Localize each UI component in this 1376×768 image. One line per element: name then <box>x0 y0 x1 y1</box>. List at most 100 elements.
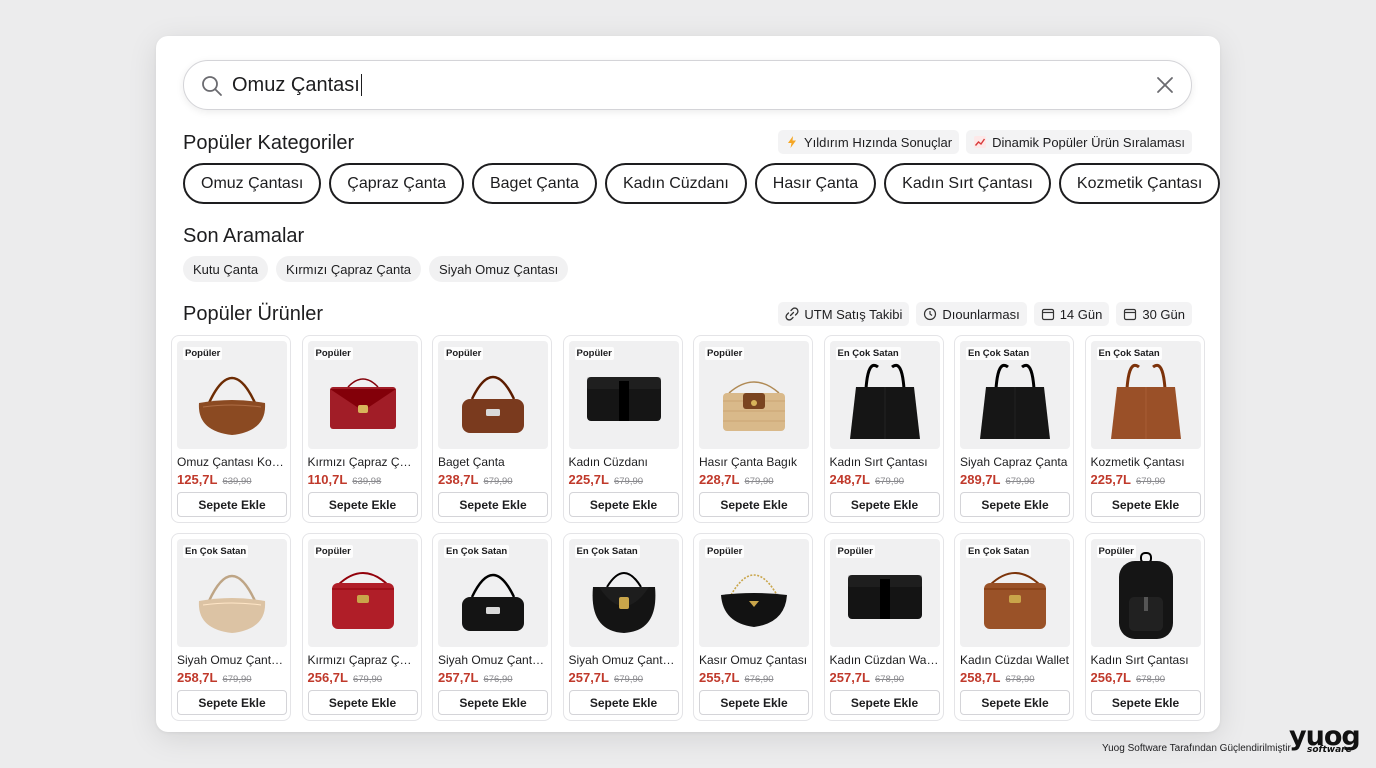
product-prices: 125,7L 639,90 <box>177 472 285 487</box>
product-card[interactable]: Popüler Kırmızı Çapraz Çanta 256,7L 679,… <box>301 533 422 721</box>
product-old-price: 679,90 <box>1005 476 1035 487</box>
product-price: 257,7L <box>568 670 609 685</box>
add-to-cart-button[interactable]: Sepete Ekle <box>1090 492 1201 517</box>
product-name[interactable]: Kadın Sırt Çantası <box>830 455 940 469</box>
product-old-price: 678,90 <box>1005 674 1035 685</box>
recent-searches-title: Son Aramalar <box>183 225 305 247</box>
search-bar[interactable]: Omuz Çantası <box>183 60 1192 110</box>
product-image[interactable]: En Çok Satan <box>829 341 940 449</box>
close-icon[interactable] <box>1155 75 1175 95</box>
category-chip-baget-canta[interactable]: Baget Çanta <box>471 163 597 204</box>
category-chip-capraz-canta[interactable]: Çapraz Çanta <box>329 163 464 204</box>
product-name[interactable]: Siyah Omuz Çantası <box>438 653 548 667</box>
add-to-cart-button[interactable]: Sepete Ekle <box>177 690 287 715</box>
product-tag: En Çok Satan <box>966 347 1032 360</box>
product-card[interactable]: En Çok Satan Siyah Omuz Çantası 258,7L 6… <box>171 533 291 721</box>
product-old-price: 679,90 <box>613 476 644 487</box>
recent-chip-kutu-canta[interactable]: Kutu Çanta <box>183 256 269 282</box>
add-to-cart-button[interactable]: Sepete Ekle <box>699 492 809 517</box>
product-prices: 248,7L 679,90 <box>830 472 938 487</box>
product-card[interactable]: Popüler Baget Çanta 238,7L 679,90 Sepete… <box>432 335 552 523</box>
add-to-cart-button[interactable]: Sepete Ekle <box>568 690 679 715</box>
product-card[interactable]: Popüler Omuz Çantası Kombin 125,7L 639,9… <box>171 335 291 523</box>
product-name[interactable]: Omuz Çantası Kombin <box>177 455 287 469</box>
product-name[interactable]: Hasır Çanta Bagık <box>699 455 809 469</box>
product-prices: 255,7L 676,90 <box>699 670 807 685</box>
add-to-cart-button[interactable]: Sepete Ekle <box>568 492 679 517</box>
product-card[interactable]: En Çok Satan Siyah Capraz Çanta 289,7L 6… <box>954 335 1074 523</box>
product-card[interactable]: Popüler Kadın Sırt Çantası 256,7L 678,90… <box>1084 533 1205 721</box>
product-card[interactable]: Popüler Kadın Cüzdanı 225,7L 679,90 Sepe… <box>562 335 683 523</box>
add-to-cart-button[interactable]: Sepete Ekle <box>699 690 809 715</box>
product-card[interactable]: En Çok Satan Siyah Omuz Çantası 257,7L 6… <box>432 533 552 721</box>
product-card[interactable]: Popüler Kasır Omuz Çantası 255,7L 676,90… <box>693 533 813 721</box>
add-to-cart-button[interactable]: Sepete Ekle <box>438 690 548 715</box>
product-image[interactable]: Popüler <box>568 341 679 449</box>
badge-discounts[interactable]: Dıounlarması <box>916 302 1027 326</box>
category-chip-kadin-sirt-cantasi[interactable]: Kadın Sırt Çantası <box>884 163 1051 204</box>
product-name[interactable]: Siyah Omuz Çantası <box>177 653 287 667</box>
product-card[interactable]: Popüler Kırmızı Çapraz Çanta 110,7L 639,… <box>301 335 422 523</box>
badge-30-days[interactable]: 30 Gün <box>1116 302 1192 326</box>
category-chips: Omuz Çantası Çapraz Çanta Baget Çanta Ka… <box>183 163 1221 204</box>
product-name[interactable]: Kadın Sırt Çantası <box>1091 653 1201 667</box>
product-image[interactable]: En Çok Satan <box>960 539 1070 647</box>
product-name[interactable]: Kadın Cüzdaı Wallet <box>960 653 1070 667</box>
product-image[interactable]: En Çok Satan <box>568 539 679 647</box>
recent-chip-kirmizi-capraz-canta[interactable]: Kırmızı Çapraz Çanta <box>276 256 422 282</box>
product-name[interactable]: Kozmetik Çantası <box>1091 455 1201 469</box>
product-name[interactable]: Kadın Cüzdanı <box>569 455 679 469</box>
product-card[interactable]: En Çok Satan Kadın Cüzdaı Wallet 258,7L … <box>954 533 1074 721</box>
product-name[interactable]: Kırmızı Çapraz Çanta <box>308 455 418 469</box>
product-card[interactable]: En Çok Satan Kozmetik Çantası 225,7L 679… <box>1084 335 1205 523</box>
product-price: 289,7L <box>960 472 1001 487</box>
popular-categories-title: Popüler Kategoriler <box>183 132 355 154</box>
add-to-cart-button[interactable]: Sepete Ekle <box>1090 690 1201 715</box>
add-to-cart-button[interactable]: Sepete Ekle <box>307 690 418 715</box>
product-name[interactable]: Siyah Capraz Çanta <box>960 455 1070 469</box>
add-to-cart-button[interactable]: Sepete Ekle <box>307 492 418 517</box>
product-old-price: 679,90 <box>874 476 905 487</box>
product-tag: En Çok Satan <box>835 347 901 360</box>
powered-by-text: Yuog Software Tarafından Güçlendirilmişt… <box>1102 743 1291 754</box>
category-chip-hasir-canta[interactable]: Hasır Çanta <box>754 163 877 204</box>
add-to-cart-button[interactable]: Sepete Ekle <box>960 690 1070 715</box>
search-input[interactable]: Omuz Çantası <box>232 61 1132 109</box>
category-chip-kadin-cuzdani[interactable]: Kadın Cüzdanı <box>604 163 747 204</box>
add-to-cart-button[interactable]: Sepete Ekle <box>960 492 1070 517</box>
product-old-price: 679,90 <box>352 674 383 685</box>
add-to-cart-button[interactable]: Sepete Ekle <box>177 492 287 517</box>
product-image[interactable]: Popüler <box>177 341 287 449</box>
product-name[interactable]: Siyah Omuz Çantası <box>569 653 679 667</box>
add-to-cart-button[interactable]: Sepete Ekle <box>829 492 940 517</box>
product-card[interactable]: Popüler Kadın Cüzdan Wallet 257,7L 678,9… <box>823 533 944 721</box>
product-image[interactable]: En Çok Satan <box>960 341 1070 449</box>
product-image[interactable]: Popüler <box>699 341 809 449</box>
product-prices: 257,7L 678,90 <box>830 670 938 685</box>
product-image[interactable]: Popüler <box>438 341 548 449</box>
badge-utm-tracking[interactable]: UTM Satış Takibi <box>778 302 910 326</box>
badge-14-days[interactable]: 14 Gün <box>1033 302 1110 326</box>
product-card[interactable]: En Çok Satan Kadın Sırt Çantası 248,7L 6… <box>823 335 944 523</box>
product-tag: Popüler <box>313 545 353 558</box>
product-image[interactable]: Popüler <box>307 341 418 449</box>
product-image[interactable]: En Çok Satan <box>1090 341 1201 449</box>
product-image[interactable]: En Çok Satan <box>177 539 287 647</box>
product-name[interactable]: Baget Çanta <box>438 455 548 469</box>
product-card[interactable]: Popüler Hasır Çanta Bagık 228,7L 679,90 … <box>693 335 813 523</box>
product-image[interactable]: Popüler <box>699 539 809 647</box>
product-name[interactable]: Kasır Omuz Çantası <box>699 653 809 667</box>
feature-badges: Yıldırım Hızında Sonuçlar Dinamik Popüle… <box>777 130 1192 154</box>
product-name[interactable]: Kırmızı Çapraz Çanta <box>308 653 418 667</box>
product-image[interactable]: Popüler <box>307 539 418 647</box>
product-image[interactable]: En Çok Satan <box>438 539 548 647</box>
add-to-cart-button[interactable]: Sepete Ekle <box>829 690 940 715</box>
product-image[interactable]: Popüler <box>1090 539 1201 647</box>
add-to-cart-button[interactable]: Sepete Ekle <box>438 492 548 517</box>
product-image[interactable]: Popüler <box>829 539 940 647</box>
product-name[interactable]: Kadın Cüzdan Wallet <box>830 653 940 667</box>
product-card[interactable]: En Çok Satan Siyah Omuz Çantası 257,7L 6… <box>562 533 683 721</box>
recent-chip-siyah-omuz-cantasi[interactable]: Siyah Omuz Çantası <box>429 256 569 282</box>
category-chip-omuz-cantasi[interactable]: Omuz Çantası <box>183 163 322 204</box>
category-chip-kozmetik-cantasi[interactable]: Kozmetik Çantası <box>1058 163 1221 204</box>
